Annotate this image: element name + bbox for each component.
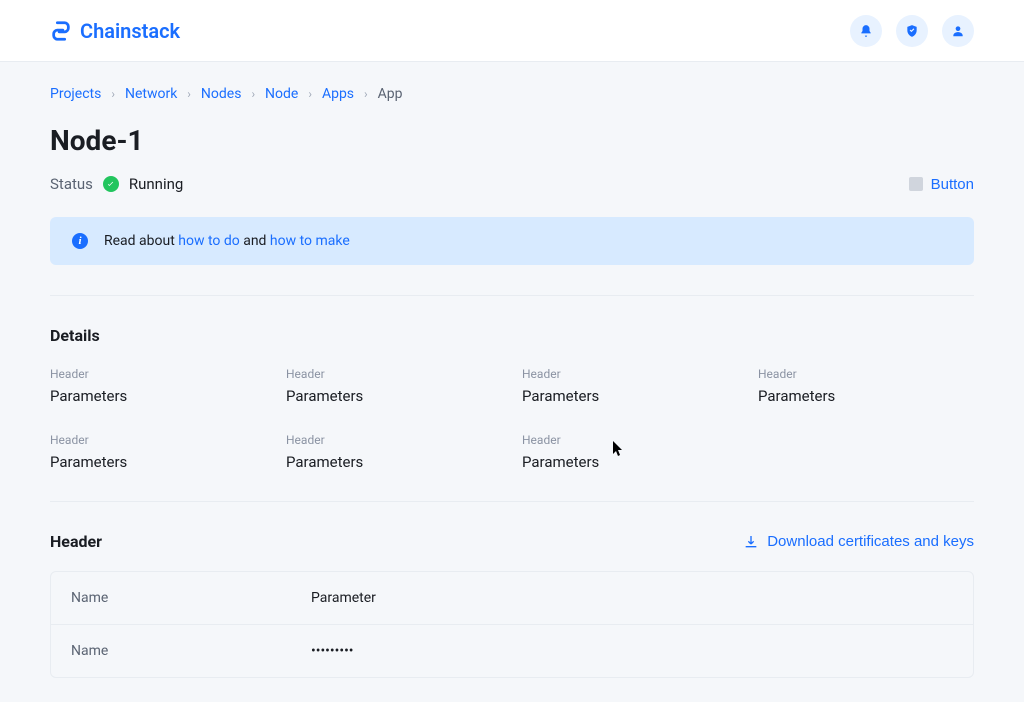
detail-label: Header <box>286 433 502 447</box>
square-icon <box>909 177 923 191</box>
breadcrumb: Projects › Network › Nodes › Node › Apps… <box>50 86 974 102</box>
user-icon <box>951 24 965 38</box>
detail-value: Parameters <box>50 453 266 471</box>
action-button-label: Button <box>931 176 974 193</box>
check-icon <box>106 180 115 189</box>
details-grid: Header Parameters Header Parameters Head… <box>50 367 974 471</box>
detail-item: Header Parameters <box>522 433 738 471</box>
info-prefix: Read about <box>104 233 178 249</box>
page-title: Node-1 <box>50 124 974 157</box>
breadcrumb-node[interactable]: Node <box>265 86 298 102</box>
detail-value: Parameters <box>522 453 738 471</box>
breadcrumb-nodes[interactable]: Nodes <box>201 86 242 102</box>
detail-item: Header Parameters <box>50 367 266 405</box>
info-link-howtomake[interactable]: how to make <box>270 233 350 249</box>
brand-logo[interactable]: Chainstack <box>50 19 180 43</box>
chevron-right-icon: › <box>308 87 312 101</box>
info-link-howtodo[interactable]: how to do <box>178 233 239 249</box>
download-icon <box>743 534 759 550</box>
top-header: Chainstack <box>0 0 1024 62</box>
detail-value: Parameters <box>50 387 266 405</box>
chevron-right-icon: › <box>251 87 255 101</box>
breadcrumb-network[interactable]: Network <box>125 86 177 102</box>
table-row: Name ••••••••• <box>51 625 973 677</box>
shield-icon <box>905 24 919 38</box>
chevron-right-icon: › <box>111 87 115 101</box>
breadcrumb-current: App <box>378 86 403 102</box>
detail-value: Parameters <box>758 387 974 405</box>
detail-value: Parameters <box>522 387 738 405</box>
status-row: Status Running Button <box>50 175 974 193</box>
row-value-masked: ••••••••• <box>311 643 354 659</box>
row-value: Parameter <box>311 590 376 606</box>
credentials-table: Name Parameter Name ••••••••• <box>50 571 974 678</box>
detail-item: Header Parameters <box>50 433 266 471</box>
security-header-button[interactable] <box>896 15 928 47</box>
detail-label: Header <box>522 367 738 381</box>
chevron-right-icon: › <box>187 87 191 101</box>
profile-button[interactable] <box>942 15 974 47</box>
primary-action-button[interactable]: Button <box>909 176 974 193</box>
breadcrumb-projects[interactable]: Projects <box>50 86 101 102</box>
detail-label: Header <box>522 433 738 447</box>
main-content: Projects › Network › Nodes › Node › Apps… <box>0 62 1024 702</box>
notifications-button[interactable] <box>850 15 882 47</box>
detail-label: Header <box>50 367 266 381</box>
row-name: Name <box>71 590 311 606</box>
info-banner: i Read about how to do and how to make <box>50 217 974 265</box>
download-label: Download certificates and keys <box>767 533 974 550</box>
table-row: Name Parameter <box>51 572 973 625</box>
status-badge <box>103 176 119 192</box>
detail-label: Header <box>286 367 502 381</box>
cert-section-title: Header <box>50 532 102 551</box>
status-group: Status Running <box>50 175 183 193</box>
status-value: Running <box>129 175 183 193</box>
cert-section-header: Header Download certificates and keys <box>50 532 974 551</box>
info-mid: and <box>240 233 270 249</box>
detail-item: Header Parameters <box>522 367 738 405</box>
status-label: Status <box>50 175 93 193</box>
info-icon: i <box>72 233 88 249</box>
chevron-right-icon: › <box>364 87 368 101</box>
divider <box>50 295 974 296</box>
header-actions <box>850 15 974 47</box>
detail-item: Header Parameters <box>286 367 502 405</box>
divider <box>50 501 974 502</box>
chainstack-icon <box>50 20 72 42</box>
detail-label: Header <box>50 433 266 447</box>
bell-icon <box>859 24 873 38</box>
detail-value: Parameters <box>286 387 502 405</box>
brand-name: Chainstack <box>80 19 180 43</box>
row-name: Name <box>71 643 311 659</box>
detail-item: Header Parameters <box>286 433 502 471</box>
detail-value: Parameters <box>286 453 502 471</box>
breadcrumb-apps[interactable]: Apps <box>322 86 354 102</box>
info-text: Read about how to do and how to make <box>104 233 350 249</box>
detail-item: Header Parameters <box>758 367 974 405</box>
download-certificates-button[interactable]: Download certificates and keys <box>743 533 974 550</box>
detail-label: Header <box>758 367 974 381</box>
details-title: Details <box>50 326 974 345</box>
